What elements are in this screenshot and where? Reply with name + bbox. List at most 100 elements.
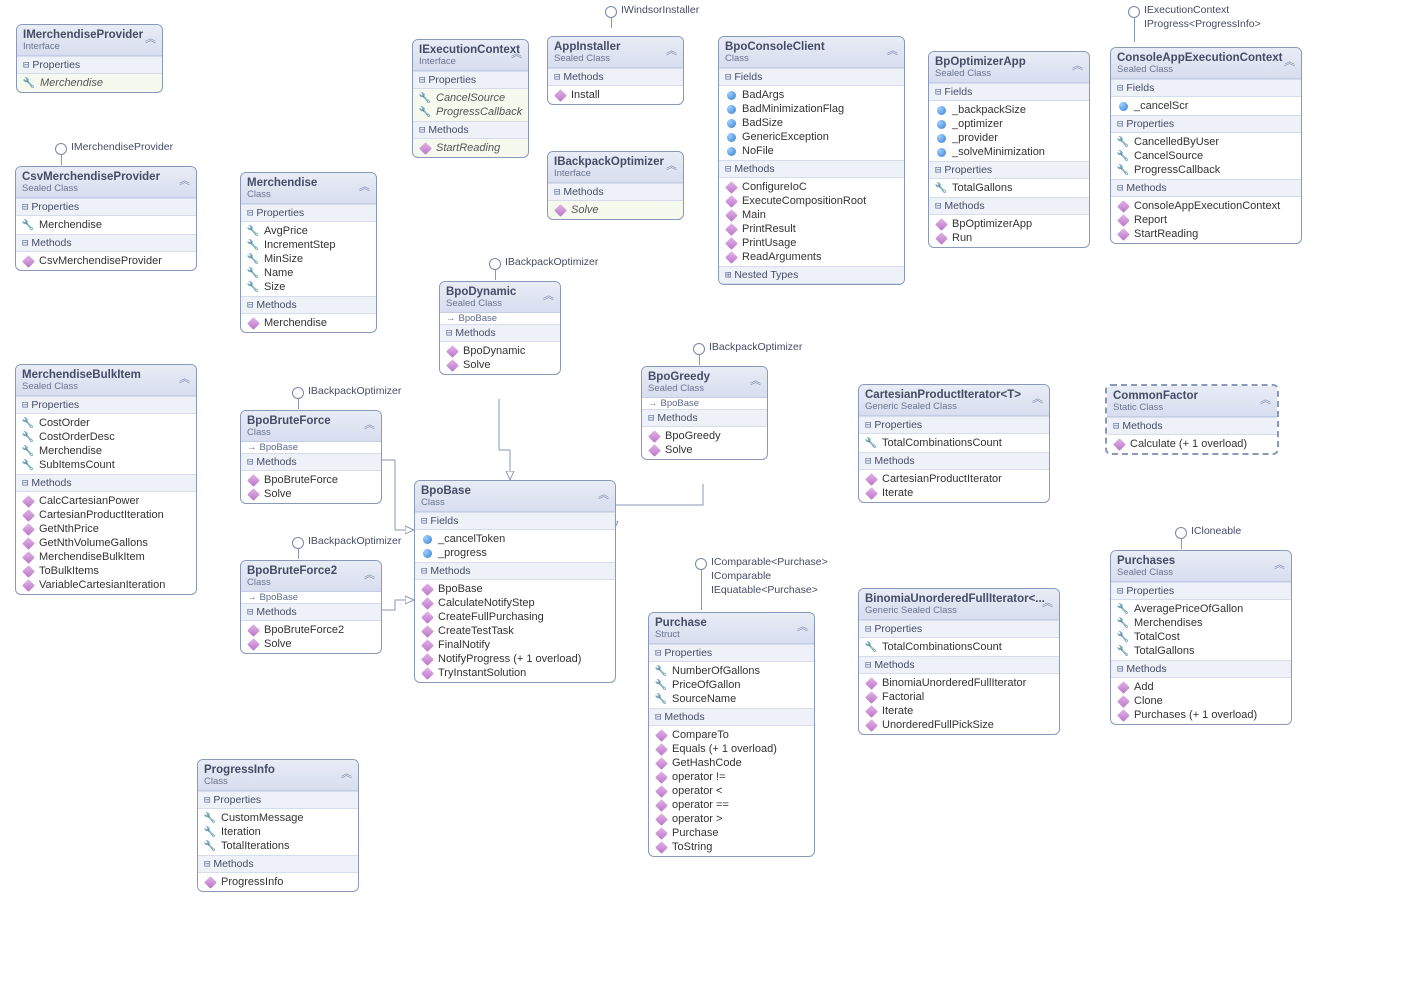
collapse-chevron-icon[interactable]: ︽ <box>887 42 898 58</box>
collapse-icon[interactable]: ⊟ <box>935 200 941 212</box>
collapse-icon[interactable]: ⊟ <box>22 237 28 249</box>
member-item[interactable]: NotifyProgress (+ 1 overload) <box>415 652 615 666</box>
member-item[interactable]: 🔧SubItemsCount <box>16 458 196 472</box>
section-header[interactable]: ⊟Methods <box>440 324 560 342</box>
class-header[interactable]: BpoDynamicSealed Class︽ <box>440 282 560 313</box>
collapse-chevron-icon[interactable]: ︽ <box>666 157 677 173</box>
member-item[interactable]: Solve <box>241 487 381 501</box>
member-item[interactable]: Solve <box>241 637 381 651</box>
collapse-icon[interactable]: ⊟ <box>655 711 661 723</box>
section-header[interactable]: ⊟Methods <box>719 160 904 178</box>
section-header[interactable]: ⊟Properties <box>241 204 376 222</box>
collapse-icon[interactable]: ⊟ <box>421 515 427 527</box>
collapse-chevron-icon[interactable]: ︽ <box>598 486 609 502</box>
member-item[interactable]: CompareTo <box>649 728 814 742</box>
class-box[interactable]: ProgressInfoClass︽⊟Properties🔧CustomMess… <box>197 759 359 892</box>
collapse-icon[interactable]: ⊟ <box>865 623 871 635</box>
collapse-icon[interactable]: ⊟ <box>22 201 28 213</box>
member-item[interactable]: NoFile <box>719 144 904 158</box>
collapse-icon[interactable]: ⊟ <box>554 71 560 83</box>
collapse-icon[interactable]: ⊟ <box>23 59 29 71</box>
expand-icon[interactable]: ⊞ <box>725 269 731 281</box>
section-header[interactable]: ⊟Methods <box>859 656 1059 674</box>
collapse-icon[interactable]: ⊟ <box>419 74 425 86</box>
collapse-icon[interactable]: ⊟ <box>1117 118 1123 130</box>
member-item[interactable]: operator == <box>649 798 814 812</box>
class-box[interactable]: IBackpackOptimizerInterface︽⊟MethodsSolv… <box>547 151 684 220</box>
member-item[interactable]: 🔧SourceName <box>649 692 814 706</box>
collapse-chevron-icon[interactable]: ︽ <box>1072 57 1083 73</box>
section-header[interactable]: ⊟Methods <box>548 68 683 86</box>
collapse-chevron-icon[interactable]: ︽ <box>1284 53 1295 69</box>
class-box[interactable]: BpOptimizerAppSealed Class︽⊟Fields_backp… <box>928 51 1090 248</box>
collapse-icon[interactable]: ⊟ <box>204 858 210 870</box>
collapse-icon[interactable]: ⊟ <box>1117 182 1123 194</box>
class-header[interactable]: AppInstallerSealed Class︽ <box>548 37 683 68</box>
collapse-icon[interactable]: ⊟ <box>725 163 731 175</box>
class-header[interactable]: CartesianProductIterator<T>Generic Seale… <box>859 385 1049 416</box>
section-header[interactable]: ⊟Methods <box>241 453 381 471</box>
member-item[interactable]: 🔧CustomMessage <box>198 811 358 825</box>
class-box[interactable]: CommonFactorStatic Class︽⊟Methods Calcula… <box>1105 384 1279 455</box>
section-header[interactable]: ⊟Methods <box>1111 660 1291 678</box>
member-item[interactable]: Iterate <box>859 486 1049 500</box>
class-box[interactable]: BpoConsoleClientClass︽⊟FieldsBadArgsBadM… <box>718 36 905 285</box>
member-item[interactable]: 🔧TotalCombinationsCount <box>859 436 1049 450</box>
member-item[interactable]: BpoBase <box>415 582 615 596</box>
member-item[interactable]: CsvMerchendiseProvider <box>16 254 196 268</box>
member-item[interactable]: GetNthPrice <box>16 522 196 536</box>
member-item[interactable]: BadMinimizationFlag <box>719 102 904 116</box>
section-header[interactable]: ⊟Properties <box>649 644 814 662</box>
member-item[interactable]: Equals (+ 1 overload) <box>649 742 814 756</box>
member-item[interactable]: 🔧Merchendises <box>1111 616 1291 630</box>
collapse-chevron-icon[interactable]: ︽ <box>1042 594 1053 610</box>
section-header[interactable]: ⊟Fields <box>1111 79 1301 97</box>
section-header[interactable]: ⊟Properties <box>16 396 196 414</box>
section-header[interactable]: ⊟Methods <box>415 562 615 580</box>
collapse-icon[interactable]: ⊟ <box>1117 585 1123 597</box>
collapse-chevron-icon[interactable]: ︽ <box>797 618 808 634</box>
member-item[interactable]: _cancelToken <box>415 532 615 546</box>
member-item[interactable]: 🔧TotalGallons <box>929 181 1089 195</box>
member-item[interactable]: BpoBruteForce2 <box>241 623 381 637</box>
member-item[interactable]: CartesianProductIterator <box>859 472 1049 486</box>
class-box[interactable]: BpoDynamicSealed Class︽→BpoBase⊟MethodsB… <box>439 281 561 375</box>
class-header[interactable]: BpoConsoleClientClass︽ <box>719 37 904 68</box>
member-item[interactable]: Clone <box>1111 694 1291 708</box>
member-item[interactable]: 🔧TotalCost <box>1111 630 1291 644</box>
class-header[interactable]: MerchendiseBulkItemSealed Class︽ <box>16 365 196 396</box>
member-item[interactable]: BadArgs <box>719 88 904 102</box>
class-header[interactable]: BpoBaseClass︽ <box>415 481 615 512</box>
member-item[interactable]: CalcCartesianPower <box>16 494 196 508</box>
collapse-icon[interactable]: ⊟ <box>247 299 253 311</box>
member-item[interactable]: Solve <box>548 203 683 217</box>
member-item[interactable]: 🔧CancelledByUser <box>1111 135 1301 149</box>
section-header[interactable]: ⊞Nested Types <box>719 266 904 284</box>
class-header[interactable]: BpoBruteForceClass︽ <box>241 411 381 442</box>
member-item[interactable]: 🔧TotalIterations <box>198 839 358 853</box>
class-header[interactable]: BpoGreedySealed Class︽ <box>642 367 767 398</box>
section-header[interactable]: ⊟Properties <box>859 416 1049 434</box>
member-item[interactable]: operator != <box>649 770 814 784</box>
member-item[interactable]: BpoDynamic <box>440 344 560 358</box>
member-item[interactable]: GetNthVolumeGallons <box>16 536 196 550</box>
class-header[interactable]: CommonFactorStatic Class︽ <box>1107 386 1277 417</box>
collapse-chevron-icon[interactable]: ︽ <box>511 45 522 61</box>
section-header[interactable]: ⊟Methods <box>241 296 376 314</box>
collapse-chevron-icon[interactable]: ︽ <box>666 42 677 58</box>
collapse-icon[interactable]: ⊟ <box>1117 82 1123 94</box>
member-item[interactable]: Add <box>1111 680 1291 694</box>
collapse-icon[interactable]: ⊟ <box>446 327 452 339</box>
member-item[interactable]: 🔧AvgPrice <box>241 224 376 238</box>
member-item[interactable]: ReadArguments <box>719 250 904 264</box>
member-item[interactable]: Purchases (+ 1 overload) <box>1111 708 1291 722</box>
section-header[interactable]: ⊟Methods <box>1107 417 1277 435</box>
member-item[interactable]: 🔧IncrementStep <box>241 238 376 252</box>
collapse-chevron-icon[interactable]: ︽ <box>179 370 190 386</box>
collapse-icon[interactable]: ⊟ <box>865 419 871 431</box>
member-item[interactable]: 🔧TotalCombinationsCount <box>859 640 1059 654</box>
member-item[interactable]: Calculate (+ 1 overload) <box>1107 437 1277 451</box>
member-item[interactable]: 🔧CostOrder <box>16 416 196 430</box>
class-box[interactable]: BpoGreedySealed Class︽→BpoBase⊟MethodsBp… <box>641 366 768 460</box>
member-item[interactable]: BadSize <box>719 116 904 130</box>
